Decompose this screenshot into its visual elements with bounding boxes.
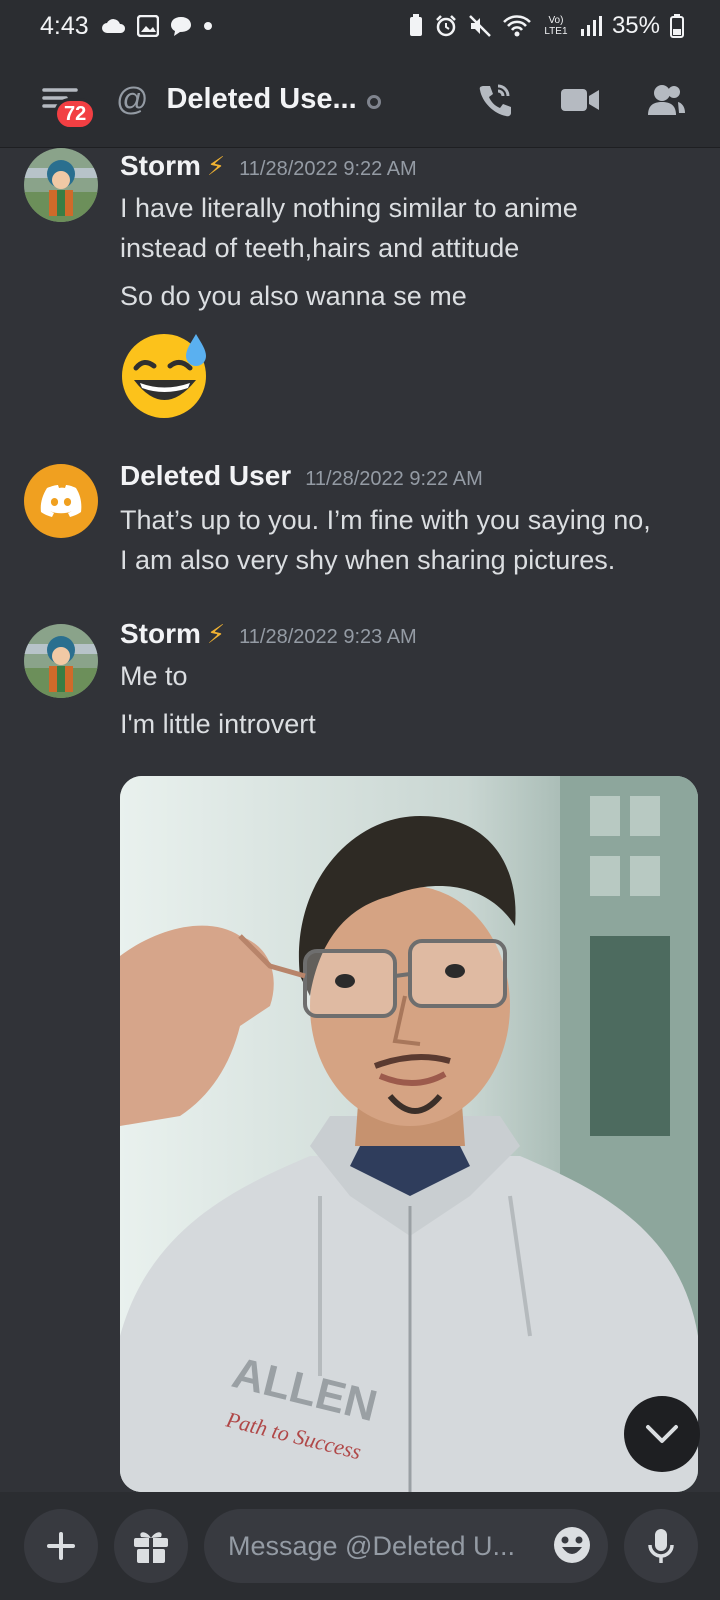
voice-message-button[interactable] [624,1509,698,1583]
status-time: 4:43 [40,11,89,40]
image-attachment[interactable]: ALLEN Path to Success [120,776,698,1492]
message-text: Me to [120,661,188,691]
call-icon [479,84,511,116]
members-icon [648,84,685,115]
plus-icon [47,1532,75,1560]
cloud-icon [101,19,125,33]
call-button[interactable] [476,82,514,118]
lightning-icon: ⚡ [206,151,226,181]
battery-saver-icon [409,14,422,36]
gift-button[interactable] [114,1509,188,1583]
smiley-icon [554,1527,590,1563]
chat-bubble-icon [170,17,191,36]
grinning-sweat-emoji[interactable] [120,328,212,420]
message-composer: Message @Deleted U... [0,1492,720,1600]
battery-percent: 35% [611,12,660,39]
avatar-storm[interactable] [24,148,98,222]
message-text: instead of teeth,hairs and attitude [120,233,520,263]
avatar-deleted-user[interactable] [24,464,98,538]
signal-icon [580,16,602,36]
message-text: I am also very shy when sharing pictures… [120,545,616,575]
add-attachment-button[interactable] [24,1509,98,1583]
chevron-down-icon [646,1425,678,1443]
at-icon: @ [116,81,149,117]
video-button[interactable] [560,86,600,114]
timestamp: 11/28/2022 9:22 AM [305,468,483,490]
timestamp: 11/28/2022 9:23 AM [239,626,417,648]
message-placeholder: Message @Deleted U... [228,1530,516,1561]
channel-header: 72 @ Deleted Use... [0,52,720,148]
emoji-button[interactable] [552,1525,592,1572]
battery-icon [670,14,684,38]
gift-icon [134,1532,168,1563]
offline-status-dot [366,94,381,109]
dot-icon [203,22,212,30]
channel-title[interactable]: Deleted Use... [166,83,356,116]
discord-logo-icon [40,485,82,517]
lightning-icon: ⚡ [206,619,226,649]
video-icon [561,88,599,111]
menu-button[interactable]: 72 [30,70,97,130]
status-bar: 4:43 Vo) LTE1 35% [0,0,720,52]
gallery-icon [136,15,159,37]
timestamp: 11/28/2022 9:22 AM [239,158,417,180]
message-text: I'm little introvert [120,709,316,739]
author-name[interactable]: Deleted User 11/28/2022 9:22 AM [120,460,483,492]
message-text: So do you also wanna se me [120,281,467,311]
wifi-icon [503,15,531,37]
alarm-icon [436,15,456,37]
avatar-storm[interactable] [24,624,98,698]
microphone-icon [648,1529,674,1563]
author-name[interactable]: Storm ⚡ 11/28/2022 9:23 AM [120,618,417,650]
message-text: That’s up to you. I’m fine with you sayi… [120,505,651,535]
message-input[interactable]: Message @Deleted U... [204,1509,608,1583]
unread-badge: 72 [54,97,97,130]
author-name[interactable]: Storm ⚡ 11/28/2022 9:22 AM [120,150,417,182]
network-label: Vo) LTE1 [544,15,568,37]
members-button[interactable] [646,83,686,117]
mute-icon [469,15,491,37]
jump-to-bottom-button[interactable] [624,1396,700,1472]
message-text: I have literally nothing similar to anim… [120,193,578,223]
